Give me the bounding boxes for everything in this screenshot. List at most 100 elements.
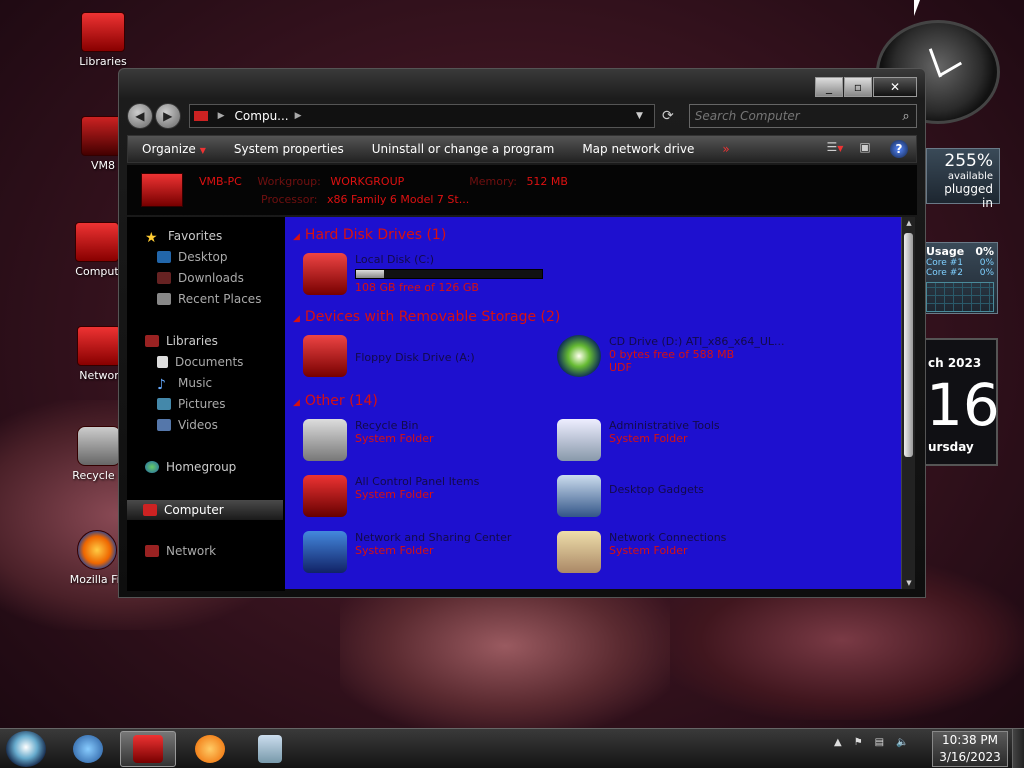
scroll-down-icon[interactable]: ▼ <box>904 579 914 587</box>
show-desktop-button[interactable] <box>1012 729 1024 768</box>
calendar-weekday: ursday <box>928 440 974 454</box>
start-button[interactable] <box>6 731 46 767</box>
drive-usage-bar <box>355 269 543 279</box>
content-scrollbar[interactable]: ▲ ▼ <box>901 217 915 589</box>
nav-desktop[interactable]: Desktop <box>157 250 228 264</box>
close-button[interactable]: ✕ <box>873 77 917 97</box>
computer-name: VMB-PC <box>199 175 242 188</box>
clock-time: 10:38 PM <box>942 733 998 747</box>
item-name: Administrative Tools <box>609 419 720 432</box>
search-icon[interactable]: ⌕ <box>896 109 916 124</box>
recycle-bin-icon <box>303 419 347 461</box>
scroll-up-icon[interactable]: ▲ <box>904 219 914 227</box>
volume-muted-icon[interactable]: 🔈 <box>896 737 908 748</box>
drive-free-space: 108 GB free of 126 GB <box>355 281 479 294</box>
nav-recent-places[interactable]: Recent Places <box>157 292 261 306</box>
item-network-sharing-center[interactable]: Network and Sharing Center System Folder <box>303 531 511 573</box>
action-center-icon[interactable]: ⚑ <box>854 737 863 748</box>
drive-local-disk-c[interactable]: Local Disk (C:) 108 GB free of 126 GB <box>303 253 543 295</box>
core2-value: 0% <box>979 268 994 278</box>
show-hidden-icons-button[interactable]: ▲ <box>834 737 842 748</box>
minimize-button[interactable]: _ <box>815 77 843 97</box>
group-header-hard-disk-drives[interactable]: ◢ Hard Disk Drives (1) <box>293 227 446 243</box>
nav-libraries[interactable]: Libraries <box>145 334 218 348</box>
item-all-control-panel-items[interactable]: All Control Panel Items System Folder <box>303 475 479 517</box>
system-properties-button[interactable]: System properties <box>220 142 358 156</box>
back-button[interactable]: ◀ <box>127 103 153 129</box>
battery-plugged: plugged in <box>944 182 993 210</box>
taskbar-clock[interactable]: 10:38 PM 3/16/2023 <box>932 731 1008 767</box>
nav-homegroup[interactable]: Homegroup <box>145 460 236 474</box>
workgroup-value: WORKGROUP <box>330 175 405 188</box>
item-name: Network Connections <box>609 531 727 544</box>
taskbar-internet-explorer[interactable] <box>60 731 116 767</box>
item-administrative-tools[interactable]: Administrative Tools System Folder <box>557 419 720 461</box>
taskbar-explorer[interactable] <box>120 731 176 767</box>
forward-button[interactable]: ▶ <box>154 103 181 129</box>
nav-videos[interactable]: Videos <box>157 418 218 432</box>
core1-label: Core #1 <box>926 258 963 268</box>
nav-pictures[interactable]: Pictures <box>157 397 226 411</box>
homegroup-icon <box>145 461 159 473</box>
network-connections-icon <box>557 531 601 573</box>
refresh-icon[interactable]: ⟳ <box>655 104 681 128</box>
window-controls: _ ▫ ✕ <box>814 77 917 97</box>
search-input[interactable] <box>689 109 896 123</box>
desktop-icon-libraries[interactable]: Libraries <box>64 12 142 68</box>
core2-label: Core #2 <box>926 268 963 278</box>
nav-network[interactable]: Network <box>145 544 216 558</box>
preview-pane-icon[interactable]: ▣ <box>854 140 876 158</box>
group-header-removable-storage[interactable]: ◢ Devices with Removable Storage (2) <box>293 309 560 325</box>
item-recycle-bin[interactable]: Recycle Bin System Folder <box>303 419 434 461</box>
processor-value: x86 Family 6 Model 7 St... <box>327 193 470 206</box>
item-network-connections[interactable]: Network Connections System Folder <box>557 531 726 573</box>
network-tray-icon[interactable]: ▤ <box>875 737 884 748</box>
breadcrumb-arrow-icon[interactable]: ▶ <box>218 111 225 121</box>
battery-available: available <box>947 171 993 182</box>
item-type: System Folder <box>609 432 688 445</box>
explorer-window[interactable]: _ ▫ ✕ ◀ ▶ ▶ Compu... ▶ ▼ ⟳ ⌕ Organize▼ S… <box>118 68 926 598</box>
control-panel-icon <box>303 475 347 517</box>
nav-music[interactable]: ♪ Music <box>157 376 212 393</box>
maximize-button[interactable]: ▫ <box>844 77 872 97</box>
organize-button[interactable]: Organize ▼ <box>128 142 220 156</box>
nav-favorites[interactable]: ★ Favorites <box>145 229 222 246</box>
cpu-meter-gadget[interactable]: Usage 0% Core #1 0% Core #2 0% <box>922 242 998 314</box>
music-icon: ♪ <box>157 377 166 393</box>
address-bar[interactable]: ▶ Compu... ▶ ▼ <box>188 104 655 128</box>
address-dropdown-icon[interactable]: ▼ <box>636 111 654 121</box>
item-type: System Folder <box>609 544 688 557</box>
cpu-graph <box>926 282 994 312</box>
network-icon <box>145 545 159 557</box>
computer-icon <box>193 111 208 121</box>
cd-drive-icon <box>557 335 601 377</box>
group-header-other[interactable]: ◢ Other (14) <box>293 393 378 409</box>
breadcrumb-computer[interactable]: Compu... <box>235 109 289 123</box>
breadcrumb-arrow-icon[interactable]: ▶ <box>295 111 302 121</box>
windows-drive-icon <box>303 253 347 295</box>
drive-floppy-a[interactable]: Floppy Disk Drive (A:) <box>303 335 475 377</box>
taskbar: ▲ ⚑ ▤ 🔈 10:38 PM 3/16/2023 <box>0 728 1024 768</box>
taskbar-media-player[interactable] <box>182 731 238 767</box>
drive-cd-d[interactable]: CD Drive (D:) ATI_x86_x64_UL... 0 bytes … <box>557 335 785 377</box>
star-icon: ★ <box>145 230 158 246</box>
battery-gadget[interactable]: 255% available plugged in <box>926 148 1000 210</box>
nav-downloads[interactable]: Downloads <box>157 271 244 285</box>
core1-value: 0% <box>979 258 994 268</box>
more-commands-button[interactable]: » <box>708 142 743 156</box>
view-options-icon[interactable]: ☰▼ <box>824 140 846 158</box>
scrollbar-thumb[interactable] <box>904 233 913 457</box>
nav-documents[interactable]: Documents <box>157 355 243 369</box>
calendar-gadget[interactable]: ch 2023 16 ursday <box>922 338 1000 466</box>
recent-places-icon <box>157 293 171 305</box>
item-desktop-gadgets[interactable]: Desktop Gadgets <box>557 475 704 517</box>
address-row: ◀ ▶ ▶ Compu... ▶ ▼ ⟳ ⌕ <box>127 103 917 129</box>
nav-computer[interactable]: Computer <box>127 500 283 520</box>
computer-large-icon <box>141 173 183 207</box>
map-network-drive-button[interactable]: Map network drive <box>568 142 708 156</box>
taskbar-app[interactable] <box>242 731 298 767</box>
help-icon[interactable]: ? <box>890 140 908 158</box>
uninstall-program-button[interactable]: Uninstall or change a program <box>358 142 569 156</box>
search-box[interactable]: ⌕ <box>688 104 917 128</box>
collapse-icon: ◢ <box>293 314 300 324</box>
